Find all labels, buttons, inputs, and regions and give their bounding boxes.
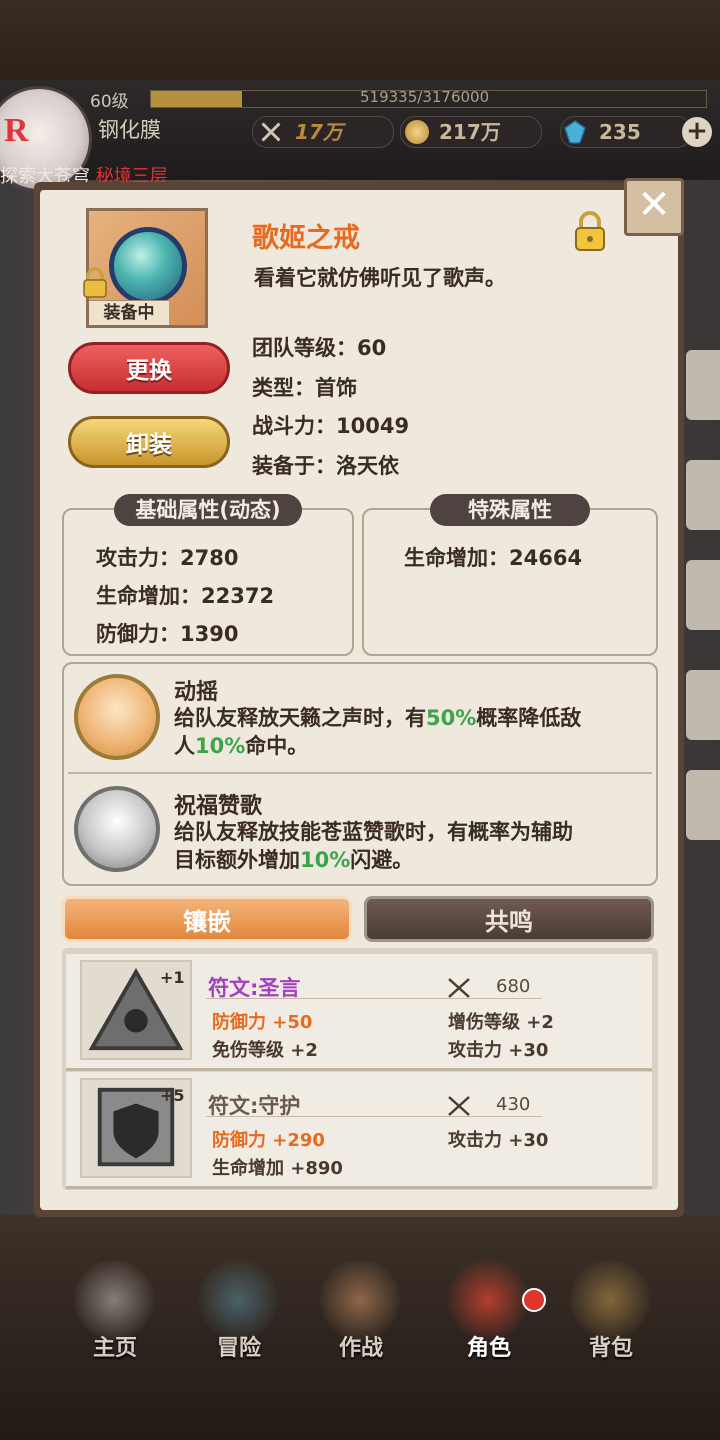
nav-character[interactable]: 角色 [434,1250,546,1370]
special-attributes-title: 特殊属性 [430,494,590,526]
item-lock-icon[interactable] [572,210,608,252]
home-icon [74,1260,154,1340]
exp-text: 519335/3176000 [360,88,490,106]
defense-stat: 防御力：1390 [96,622,239,646]
rune-stat: 防御力 +50 [212,1012,313,1033]
side-tab[interactable] [686,350,720,420]
player-level: 60级 [90,92,129,112]
rune-power: 430 [496,1094,531,1115]
rune-power: 680 [496,976,531,997]
rune-stat: 免伤等级 +2 [212,1040,318,1061]
attack-stat: 攻击力：2780 [96,546,239,570]
side-tab[interactable] [686,770,720,840]
base-attributes-title: 基础属性(动态) [114,494,302,526]
nav-label: 主页 [92,1336,137,1361]
unequip-button[interactable]: 卸装 [68,416,230,468]
skill-portrait-icon [74,786,160,872]
power-value: 17万 [295,120,343,144]
special-attributes-box [362,508,658,656]
avatar-rank-letter: R [4,112,29,149]
side-tab[interactable] [686,670,720,740]
nav-bag[interactable]: 背包 [556,1250,666,1370]
rune-stat: 防御力 +290 [212,1130,325,1151]
adventure-icon [198,1260,278,1340]
nav-adventure[interactable]: 冒险 [184,1250,294,1370]
skill-name: 祝福赞歌 [174,794,263,819]
skill-description: 给队友释放天籁之声时，有50%概率降低敌 人10%命中。 [174,706,582,758]
exp-bar-fill [151,91,242,107]
rune-stat: 生命增加 +890 [212,1158,343,1179]
combat-power: 战斗力：10049 [252,414,410,438]
equipped-tag: 装备中 [89,300,169,325]
crossed-swords-icon [448,978,470,998]
nav-home[interactable]: 主页 [60,1250,170,1370]
skill-portrait-icon [74,674,160,760]
rune-level: +1 [160,968,185,987]
battle-icon [320,1260,400,1340]
gold-value: 217万 [439,120,501,144]
top-frame [0,0,720,80]
character-icon [448,1260,528,1340]
item-icon-frame: 装备中 [83,208,208,328]
replace-button[interactable]: 更换 [68,342,230,394]
nav-label: 冒险 [216,1336,261,1361]
nav-label: 角色 [466,1336,511,1361]
gem-icon [564,120,586,144]
item-name: 歌姬之戒 [252,223,360,254]
lock-icon [83,267,107,298]
rune-stat: 攻击力 +30 [448,1130,549,1151]
nav-battle[interactable]: 作战 [306,1250,416,1370]
team-level: 团队等级：60 [252,336,387,360]
gem-pill: 235 [560,116,692,148]
divider [206,998,542,999]
nav-label: 背包 [588,1336,633,1361]
skill-name: 动摇 [174,680,219,705]
crossed-swords-icon [260,121,282,143]
gold-pill: 217万 [400,116,542,148]
side-tab[interactable] [686,460,720,530]
equipped-to: 装备于：洛天依 [252,454,399,478]
power-pill: 17万 [252,116,394,148]
rune-stat: 增伤等级 +2 [448,1012,554,1033]
divider [68,772,652,774]
side-tab[interactable] [686,560,720,630]
close-button[interactable]: ✕ [624,178,684,236]
hp-stat: 生命增加：22372 [96,584,275,608]
add-gems-button[interactable]: + [682,117,712,147]
crossed-swords-icon [448,1096,470,1116]
rune-level: +5 [160,1086,185,1105]
ring-icon [109,227,187,305]
tab-resonance[interactable]: 共鸣 [364,896,654,942]
skill-description: 给队友释放技能苍蓝赞歌时，有概率为辅助 目标额外增加10%闪避。 [174,820,573,872]
rune-stat: 攻击力 +30 [448,1040,549,1061]
gem-value: 235 [599,120,641,144]
divider [206,1116,542,1117]
special-hp-stat: 生命增加：24664 [404,546,583,570]
notification-badge [522,1288,546,1312]
player-name: 钢化膜 [98,118,161,142]
nav-label: 作战 [338,1336,383,1361]
item-description: 看着它就仿佛听见了歌声。 [254,266,506,290]
tab-inlay[interactable]: 镶嵌 [62,896,352,942]
gold-coin-icon [405,120,429,144]
bag-icon [570,1260,650,1340]
item-type: 类型：首饰 [252,376,357,400]
